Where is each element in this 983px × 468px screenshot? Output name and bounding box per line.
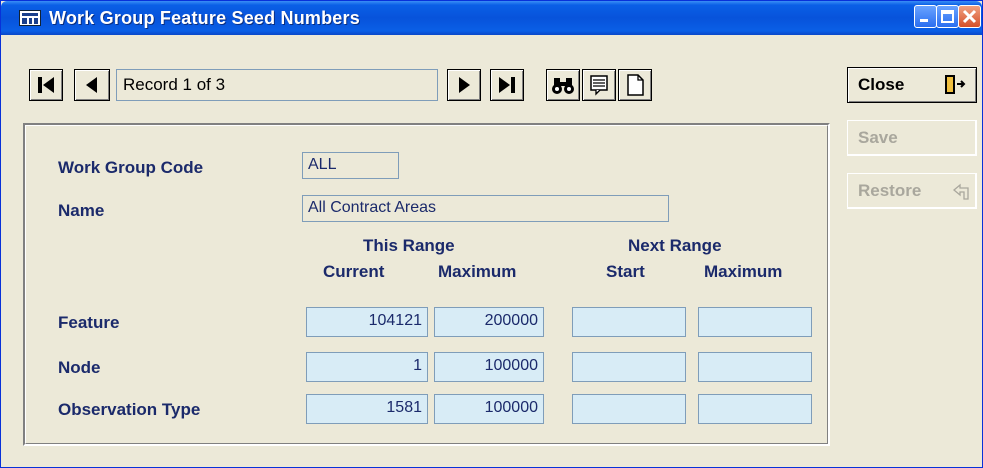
save-button-label: Save [858, 128, 898, 147]
maximize-icon [941, 10, 954, 23]
close-window-button[interactable] [958, 5, 981, 28]
find-binoculars-icon [552, 78, 574, 94]
close-window-icon [962, 9, 977, 24]
main-window: Work Group Feature Seed Numbers Record 1… [0, 0, 983, 468]
restore-button-label: Restore [858, 181, 922, 200]
list-icon [590, 75, 608, 96]
minimize-icon [920, 19, 928, 22]
next-range-header: Next Range [628, 236, 722, 255]
next-record-button[interactable] [447, 69, 481, 101]
restore-arrow-icon [952, 183, 969, 200]
node-maximum-field[interactable]: 100000 [434, 352, 544, 382]
name-field[interactable]: All Contract Areas [302, 195, 669, 222]
first-record-icon [38, 77, 54, 93]
save-button[interactable]: Save [847, 120, 977, 156]
name-label: Name [58, 201, 105, 220]
last-record-button[interactable] [490, 69, 524, 101]
new-record-button[interactable] [618, 69, 652, 101]
record-position-display: Record 1 of 3 [116, 69, 438, 101]
row-label-observation-type: Observation Type [58, 400, 201, 419]
previous-record-icon [86, 77, 97, 93]
observation-type-maximum-field[interactable]: 100000 [434, 394, 544, 424]
node-start-field[interactable] [572, 352, 686, 382]
maximize-button[interactable] [936, 5, 959, 28]
previous-record-button[interactable] [74, 69, 110, 101]
restore-button[interactable]: Restore [847, 173, 977, 209]
node-current-field[interactable]: 1 [306, 352, 428, 382]
title-bar[interactable]: Work Group Feature Seed Numbers [1, 1, 982, 35]
new-record-icon [627, 74, 644, 96]
window-title: Work Group Feature Seed Numbers [49, 8, 360, 28]
feature-next-maximum-field[interactable] [698, 307, 812, 337]
this-range-header: This Range [363, 236, 455, 255]
observation-type-start-field[interactable] [572, 394, 686, 424]
last-record-icon [499, 77, 515, 93]
observation-type-current-field[interactable]: 1581 [306, 394, 428, 424]
observation-type-next-maximum-field[interactable] [698, 394, 812, 424]
feature-start-field[interactable] [572, 307, 686, 337]
node-next-maximum-field[interactable] [698, 352, 812, 382]
close-button-label: Close [858, 75, 905, 94]
start-column-header: Start [606, 262, 645, 281]
first-record-button[interactable] [29, 69, 63, 101]
minimize-button[interactable] [914, 5, 937, 28]
row-label-feature: Feature [58, 313, 120, 332]
maximum-column-header: Maximum [438, 262, 517, 281]
feature-maximum-field[interactable]: 200000 [434, 307, 544, 337]
list-button[interactable] [582, 69, 616, 101]
next-maximum-column-header: Maximum [704, 262, 783, 281]
row-label-node: Node [58, 358, 101, 377]
work-group-code-field[interactable]: ALL [302, 152, 399, 179]
exit-door-icon [945, 75, 966, 94]
feature-current-field[interactable]: 104121 [306, 307, 428, 337]
close-button[interactable]: Close [847, 67, 977, 103]
current-column-header: Current [323, 262, 385, 281]
find-button[interactable] [546, 69, 580, 101]
app-icon [19, 10, 41, 26]
next-record-icon [459, 77, 470, 93]
work-group-code-label: Work Group Code [58, 158, 204, 177]
